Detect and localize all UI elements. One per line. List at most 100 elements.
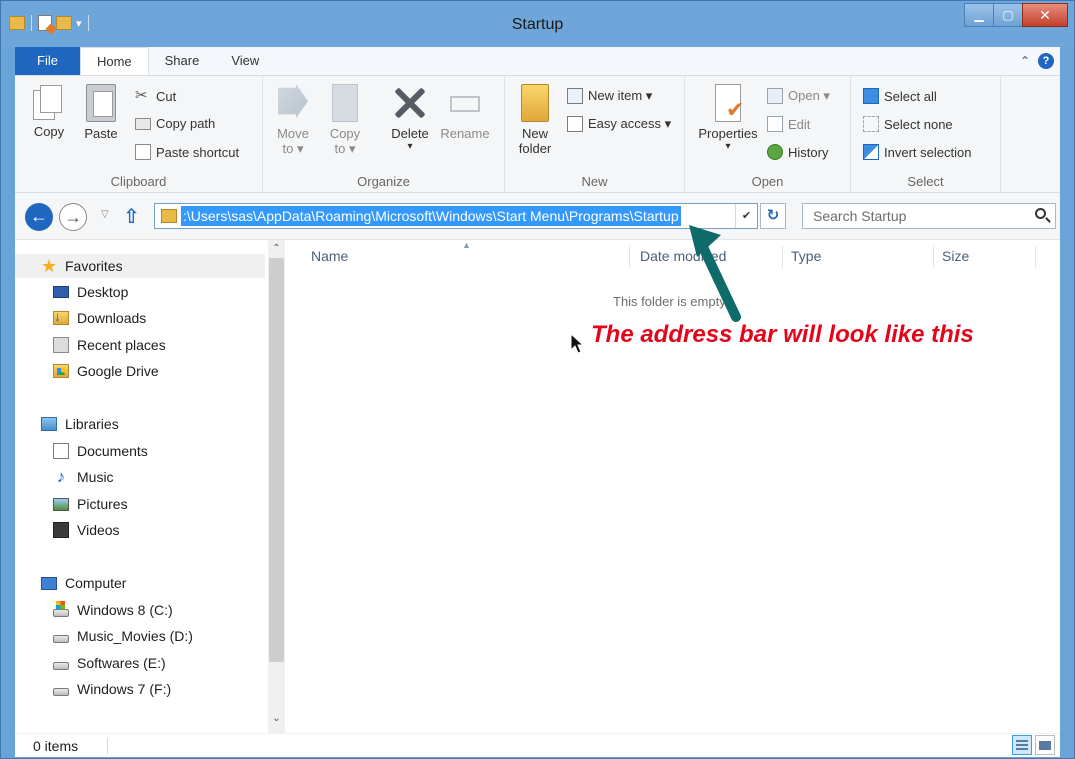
search-box[interactable] <box>802 203 1056 229</box>
scrollbar-thumb[interactable] <box>269 258 284 662</box>
tree-item-drive-f[interactable]: Windows 7 (F:) <box>53 681 171 697</box>
tree-item-downloads[interactable]: Downloads <box>53 308 146 326</box>
mouse-cursor-icon <box>570 333 584 354</box>
copy-to-caret: to ▾ <box>334 141 356 156</box>
hard-drive-icon <box>53 635 69 643</box>
copy-button[interactable]: Copy <box>29 84 69 139</box>
paste-button[interactable]: Paste <box>81 84 121 141</box>
tab-share[interactable]: Share <box>149 47 216 75</box>
chevron-down-icon: ▽ <box>101 209 109 220</box>
copy-path-button[interactable]: Copy path <box>135 116 215 131</box>
open-group: Properties ▾ Open ▾ Edit History Open <box>685 76 851 193</box>
scroll-up-button[interactable]: ⌃ <box>268 240 285 257</box>
new-folder-label: New <box>521 126 548 141</box>
new-folder-button[interactable]: New folder <box>513 84 557 156</box>
new-item-button[interactable]: New item ▾ <box>567 88 652 104</box>
properties-icon <box>715 84 744 123</box>
tree-item-recent-places[interactable]: Recent places <box>53 337 166 353</box>
tree-item-libraries[interactable]: Libraries <box>41 416 119 432</box>
refresh-button[interactable]: ↻ <box>760 203 786 229</box>
column-divider[interactable] <box>629 246 630 268</box>
scissors-icon: ✂ <box>135 87 148 104</box>
tree-item-music[interactable]: ♪ Music <box>53 467 114 486</box>
column-header-type[interactable]: Type <box>791 248 821 264</box>
edit-button[interactable]: Edit <box>767 116 810 132</box>
column-header-name[interactable]: Name <box>311 248 348 264</box>
tab-home[interactable]: Home <box>79 47 149 75</box>
select-all-button[interactable]: Select all <box>863 88 937 104</box>
tree-item-drive-d[interactable]: Music_Movies (D:) <box>53 628 193 644</box>
help-icon[interactable]: ? <box>1038 53 1054 69</box>
forward-button[interactable]: → <box>59 203 87 231</box>
downloads-icon <box>53 308 69 325</box>
select-none-label: Select none <box>884 116 953 132</box>
tree-item-computer[interactable]: Computer <box>41 575 126 591</box>
window-controls: ▁ ▢ ✕ <box>964 3 1068 27</box>
column-divider[interactable] <box>782 246 783 268</box>
minimize-button[interactable]: ▁ <box>964 3 994 27</box>
close-button[interactable]: ✕ <box>1022 3 1068 27</box>
move-to-caret: to ▾ <box>282 141 304 156</box>
tree-item-videos[interactable]: Videos <box>53 522 120 538</box>
select-group-label: Select <box>907 174 944 189</box>
navigation-pane-scrollbar[interactable]: ⌃ ⌄ <box>268 240 285 734</box>
large-icons-view-button[interactable] <box>1035 735 1055 755</box>
up-button[interactable]: ⇧ <box>123 204 140 229</box>
windows-drive-icon <box>53 601 69 617</box>
column-header-size[interactable]: Size <box>942 248 969 264</box>
cut-button[interactable]: ✂ Cut <box>135 88 176 104</box>
properties-button[interactable]: Properties ▾ <box>693 84 763 152</box>
tree-item-documents[interactable]: Documents <box>53 443 148 459</box>
tree-item-drive-e[interactable]: Softwares (E:) <box>53 655 166 671</box>
tree-item-google-drive[interactable]: Google Drive <box>53 363 159 379</box>
paste-shortcut-button[interactable]: Paste shortcut <box>135 144 239 160</box>
tree-item-desktop[interactable]: Desktop <box>53 284 128 300</box>
clipboard-group-label: Clipboard <box>110 174 167 189</box>
film-icon <box>53 522 69 538</box>
tree-item-label: Windows 8 (C:) <box>77 602 173 618</box>
column-divider[interactable] <box>1035 246 1036 268</box>
open-label: Open ▾ <box>788 88 830 103</box>
column-divider[interactable] <box>933 246 934 268</box>
libraries-icon <box>41 417 57 431</box>
address-bar[interactable]: :\Users\sas\AppData\Roaming\Microsoft\Wi… <box>154 203 758 229</box>
delete-button[interactable]: Delete ▾ <box>387 84 433 152</box>
tree-item-label: Windows 7 (F:) <box>77 681 172 697</box>
tree-item-label: Computer <box>65 575 127 591</box>
tree-item-drive-c[interactable]: Windows 8 (C:) <box>53 601 173 618</box>
paste-shortcut-icon <box>135 144 151 160</box>
invert-selection-button[interactable]: Invert selection <box>863 144 971 160</box>
hard-drive-icon <box>53 662 69 670</box>
search-icon[interactable] <box>1035 208 1046 219</box>
select-all-icon <box>863 88 879 104</box>
details-view-button[interactable] <box>1012 735 1032 755</box>
search-input[interactable] <box>803 204 1013 228</box>
move-to-button[interactable]: Move to ▾ <box>273 84 313 157</box>
open-button[interactable]: Open ▾ <box>767 88 830 104</box>
tree-item-label: Softwares (E:) <box>77 655 166 671</box>
recent-locations-button[interactable]: ▽ <box>101 209 109 220</box>
address-path[interactable]: :\Users\sas\AppData\Roaming\Microsoft\Wi… <box>181 206 681 226</box>
select-none-button[interactable]: Select none <box>863 116 953 132</box>
tab-file[interactable]: File <box>15 47 80 75</box>
tree-item-pictures[interactable]: Pictures <box>53 496 128 512</box>
refresh-icon: ↻ <box>766 207 780 224</box>
minimize-ribbon-icon[interactable]: ⌃ <box>1020 54 1030 68</box>
tree-item-favorites[interactable]: ★ Favorites <box>15 254 265 278</box>
music-note-icon: ♪ <box>56 467 66 486</box>
copy-to-button[interactable]: Copy to ▾ <box>325 84 365 157</box>
history-button[interactable]: History <box>767 144 828 160</box>
back-button[interactable]: ← <box>25 203 53 231</box>
status-divider <box>107 738 108 754</box>
edit-icon <box>767 116 783 132</box>
delete-icon <box>393 84 427 122</box>
sort-ascending-icon: ▲ <box>462 240 471 250</box>
move-to-label: Move <box>277 126 309 141</box>
scroll-down-button[interactable]: ⌄ <box>268 710 285 727</box>
easy-access-button[interactable]: Easy access ▾ <box>567 116 671 132</box>
easy-access-label: Easy access ▾ <box>588 116 672 131</box>
tab-view[interactable]: View <box>215 47 275 75</box>
copy-path-icon <box>135 117 151 130</box>
rename-button[interactable]: Rename <box>437 84 493 141</box>
maximize-button[interactable]: ▢ <box>993 3 1023 27</box>
